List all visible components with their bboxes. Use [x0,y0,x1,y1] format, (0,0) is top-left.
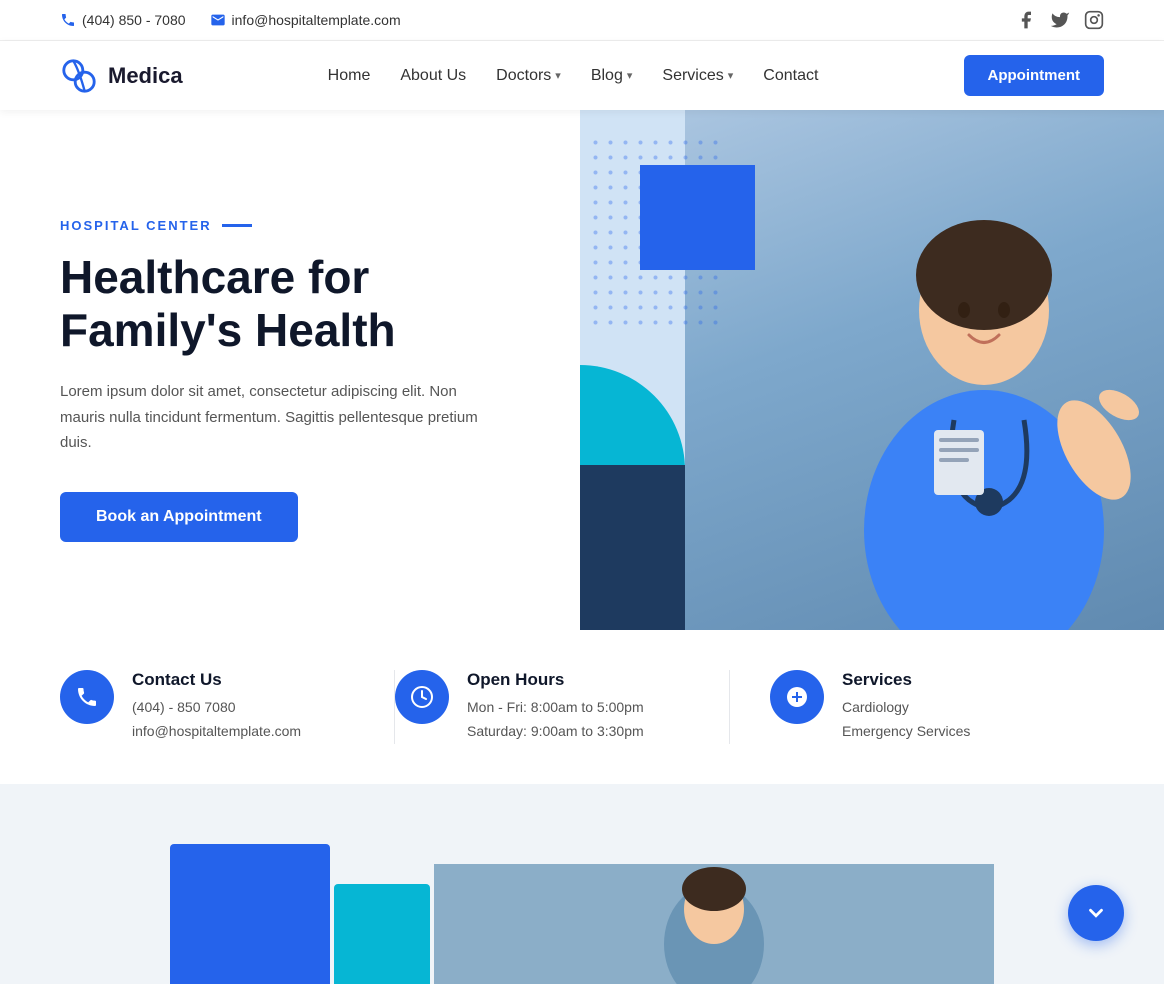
deco-navy-rect [580,465,685,630]
hours-weekday: Mon - Fri: 8:00am to 5:00pm [467,696,644,720]
hours-info-content: Open Hours Mon - Fri: 8:00am to 5:00pm S… [467,670,644,744]
blog-chevron: ▾ [627,69,633,82]
hero-content: HOSPITAL CENTER Healthcare for Family's … [0,110,580,630]
nav-link-about[interactable]: About Us [400,67,466,85]
twitter-icon[interactable] [1050,10,1070,30]
clock-info-icon [410,685,434,709]
bottom-blue-block [170,844,330,984]
email-icon [210,12,226,28]
info-card-hours: Open Hours Mon - Fri: 8:00am to 5:00pm S… [395,670,730,744]
services-title: Services [842,670,970,690]
topbar: (404) 850 - 7080 info@hospitaltemplate.c… [0,0,1164,41]
contact-email: info@hospitaltemplate.com [132,720,301,744]
hero-image-area [580,110,1164,630]
logo-icon [60,57,98,95]
info-card-services: Services Cardiology Emergency Services [730,670,1104,744]
nav-link-services[interactable]: Services ▾ [662,67,733,85]
hero-title-line2: Family's Health [60,304,396,356]
bottom-cyan-block [334,884,430,984]
bottom-photo-area [434,864,994,984]
info-card-contact: Contact Us (404) - 850 7080 info@hospita… [60,670,395,744]
nav-links: Home About Us Doctors ▾ Blog ▾ Services … [328,67,819,85]
nav-item-contact[interactable]: Contact [763,67,818,85]
nav-item-about[interactable]: About Us [400,67,466,85]
topbar-phone: (404) 850 - 7080 [60,12,186,28]
services-chevron: ▾ [728,69,734,82]
contact-title: Contact Us [132,670,301,690]
hero-description: Lorem ipsum dolor sit amet, consectetur … [60,379,480,456]
hours-title: Open Hours [467,670,644,690]
phone-icon [60,12,76,28]
bottom-scene-svg [434,864,994,984]
topbar-socials [1016,10,1104,30]
phone-info-icon [75,685,99,709]
hours-icon-circle [395,670,449,724]
doctor-svg [824,110,1144,630]
nav-link-contact[interactable]: Contact [763,67,818,85]
nav-item-blog[interactable]: Blog ▾ [591,67,633,85]
services-item2: Emergency Services [842,720,970,744]
topbar-left: (404) 850 - 7080 info@hospitaltemplate.c… [60,12,401,28]
info-bar: Contact Us (404) - 850 7080 info@hospita… [0,630,1164,784]
nav-item-doctors[interactable]: Doctors ▾ [496,67,561,85]
bottom-image-blocks [170,844,430,984]
contact-icon-circle [60,670,114,724]
topbar-email: info@hospitaltemplate.com [210,12,401,28]
logo-text: Medica [108,63,183,89]
nav-link-blog[interactable]: Blog ▾ [591,67,633,85]
logo[interactable]: Medica [60,57,183,95]
instagram-icon[interactable] [1084,10,1104,30]
services-icon-circle [770,670,824,724]
bottom-section [0,784,1164,984]
services-info-content: Services Cardiology Emergency Services [842,670,970,744]
topbar-phone-text: (404) 850 - 7080 [82,12,186,28]
nav-link-doctors[interactable]: Doctors ▾ [496,67,561,85]
deco-dots [588,135,718,325]
scroll-down-button[interactable] [1068,885,1124,941]
hours-saturday: Saturday: 9:00am to 3:30pm [467,720,644,744]
facebook-icon[interactable] [1016,10,1036,30]
nav-item-home[interactable]: Home [328,67,371,85]
hero-title-line1: Healthcare for [60,251,369,303]
nav-link-home[interactable]: Home [328,67,371,85]
cross-info-icon [785,685,809,709]
doctors-chevron: ▾ [555,69,561,82]
hero-section: HOSPITAL CENTER Healthcare for Family's … [0,110,1164,630]
book-appointment-button[interactable]: Book an Appointment [60,492,298,542]
navbar: Medica Home About Us Doctors ▾ Blog ▾ Se… [0,41,1164,110]
hero-label: HOSPITAL CENTER [60,218,520,233]
contact-info-content: Contact Us (404) - 850 7080 info@hospita… [132,670,301,744]
services-item1: Cardiology [842,696,970,720]
contact-phone: (404) - 850 7080 [132,696,301,720]
doctor-image [685,110,1164,630]
topbar-email-text: info@hospitaltemplate.com [232,12,401,28]
nav-item-services[interactable]: Services ▾ [662,67,733,85]
appointment-button[interactable]: Appointment [964,55,1104,96]
chevron-down-icon [1085,902,1107,924]
hero-title: Healthcare for Family's Health [60,251,520,357]
